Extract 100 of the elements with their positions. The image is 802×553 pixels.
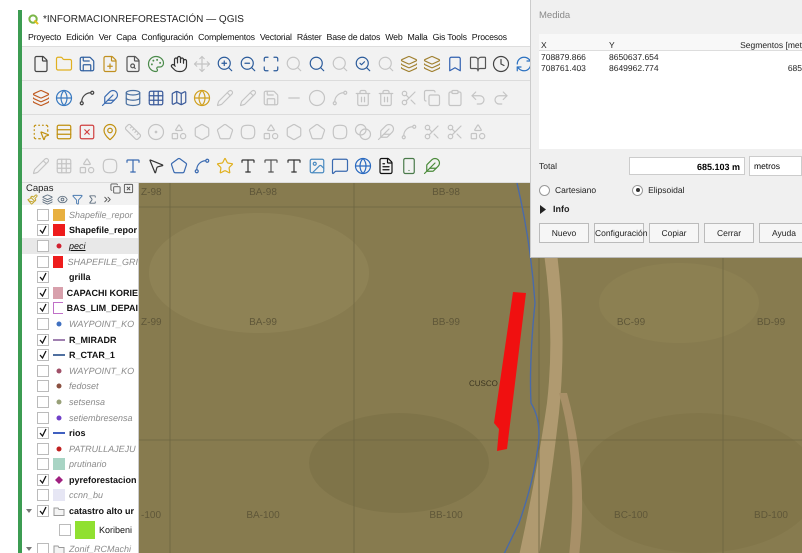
search-icon[interactable] <box>354 54 372 72</box>
hand-icon[interactable] <box>170 54 188 72</box>
layer-name[interactable]: CAPACHI KORIE <box>66 288 138 298</box>
layer-checkbox[interactable] <box>37 208 49 221</box>
label-icon[interactable] <box>124 156 142 174</box>
layer-name[interactable]: R_MIRADR <box>69 334 117 345</box>
database-icon[interactable] <box>124 88 142 106</box>
palette-icon[interactable] <box>147 54 165 72</box>
layer-name[interactable]: Shapefile_repor <box>69 225 138 236</box>
layer-row[interactable]: BAS_LIM_DEPAI <box>22 300 138 316</box>
layer-name[interactable]: Koribeni <box>99 524 132 535</box>
layer-checkbox[interactable] <box>37 505 49 518</box>
search-icon[interactable] <box>308 54 326 72</box>
book-icon[interactable] <box>469 54 487 72</box>
zoom-out-icon[interactable] <box>239 54 257 72</box>
layer-checkbox[interactable] <box>37 442 49 455</box>
dialog-button[interactable]: Nuevo <box>539 223 589 243</box>
layer-checkbox[interactable] <box>37 364 49 377</box>
file-search-icon[interactable] <box>124 54 142 72</box>
layer-row[interactable]: Shapefile_repor <box>22 222 138 238</box>
star-icon[interactable] <box>216 156 234 174</box>
dialog-button[interactable]: Cerrar <box>704 223 754 243</box>
radio-button[interactable] <box>632 184 644 196</box>
clock-icon[interactable] <box>492 54 510 72</box>
globe-icon[interactable] <box>193 88 211 106</box>
spline-icon[interactable] <box>193 156 211 174</box>
grid-icon[interactable] <box>147 88 165 106</box>
feather-icon[interactable] <box>423 156 441 174</box>
layer-name[interactable]: ccnn_bu <box>69 490 104 500</box>
menu-item[interactable]: Malla <box>408 32 428 42</box>
rows-icon[interactable] <box>55 122 73 140</box>
layer-row[interactable]: R_MIRADR <box>22 332 138 348</box>
pin-icon[interactable] <box>101 122 119 140</box>
layer-checkbox[interactable] <box>37 349 49 362</box>
menu-item[interactable]: Configuración <box>141 32 194 42</box>
menu-item[interactable]: Ráster <box>296 32 322 42</box>
layer-row[interactable]: R_CTAR_1 <box>22 347 138 363</box>
annotation-icon[interactable] <box>331 156 349 174</box>
feather-icon[interactable] <box>101 88 119 106</box>
layer-row[interactable]: rios <box>22 425 138 441</box>
layer-checkbox[interactable] <box>37 412 49 424</box>
deselect-icon[interactable] <box>78 122 96 140</box>
document-icon[interactable] <box>377 156 395 174</box>
layer-row[interactable]: setiembresensa <box>22 410 138 426</box>
layer-row[interactable]: ccnn_bu <box>22 488 138 504</box>
filter-icon[interactable] <box>72 194 83 205</box>
info-label[interactable]: Info <box>553 204 570 214</box>
spline-icon[interactable] <box>78 88 96 106</box>
menu-item[interactable]: Procesos <box>472 32 507 42</box>
layer-name[interactable]: BAS_LIM_DEPAI <box>66 303 138 314</box>
layers-icon[interactable] <box>400 54 418 72</box>
polygon-icon[interactable] <box>170 156 188 174</box>
menu-item[interactable]: Proyecto <box>28 32 62 42</box>
eye-icon[interactable] <box>57 194 68 205</box>
layer-checkbox[interactable] <box>37 256 49 268</box>
layer-row[interactable]: setsensa <box>22 394 138 410</box>
layer-checkbox[interactable] <box>37 542 49 553</box>
layer-row[interactable]: pyreforestacion <box>22 472 138 488</box>
text-icon[interactable] <box>262 156 280 174</box>
float-icon[interactable] <box>110 183 121 194</box>
file-icon[interactable] <box>32 54 50 72</box>
select-icon[interactable] <box>32 122 50 140</box>
radio-label[interactable]: Elipsoidal <box>648 185 684 195</box>
layers-icon[interactable] <box>42 194 53 205</box>
save-icon[interactable] <box>78 54 96 72</box>
radio-button[interactable] <box>539 184 550 196</box>
layers-icon[interactable] <box>423 54 441 72</box>
total-field[interactable]: 685.103 m <box>629 157 745 175</box>
zoom-in-icon[interactable] <box>216 54 234 72</box>
layer-name[interactable]: catastro alto ur <box>69 506 134 516</box>
globe-icon[interactable] <box>354 156 372 174</box>
menu-item[interactable]: Web <box>385 32 403 42</box>
text-icon[interactable] <box>285 156 303 174</box>
layer-checkbox[interactable] <box>37 302 49 314</box>
layer-name[interactable]: setsensa <box>69 396 106 407</box>
layer-row[interactable]: Koribeni <box>22 518 138 541</box>
brush-icon[interactable] <box>27 194 38 205</box>
maximize-icon[interactable] <box>262 54 280 72</box>
layer-checkbox[interactable] <box>37 224 49 236</box>
menu-item[interactable]: Complementos <box>198 32 255 42</box>
folder-icon[interactable] <box>55 54 73 72</box>
device-icon[interactable] <box>400 156 418 174</box>
menu-item[interactable]: Ver <box>98 32 112 42</box>
refresh-icon[interactable] <box>515 54 533 72</box>
caret-icon[interactable] <box>25 507 33 516</box>
layer-row[interactable]: peci <box>22 238 138 254</box>
sigma-icon[interactable] <box>87 194 98 205</box>
layer-name[interactable]: WAYPOINT_KO <box>69 318 134 329</box>
file-plus-icon[interactable] <box>101 54 119 72</box>
layer-checkbox[interactable] <box>37 489 49 502</box>
menu-item[interactable]: Gis Tools <box>432 32 467 42</box>
image-icon[interactable] <box>308 156 326 174</box>
menu-item[interactable]: Vectorial <box>260 32 292 42</box>
map-icon[interactable] <box>170 88 188 106</box>
text-icon[interactable] <box>239 156 257 174</box>
layer-checkbox[interactable] <box>37 380 49 392</box>
dialog-button[interactable]: Copiar <box>649 223 699 243</box>
layer-checkbox[interactable] <box>37 334 49 346</box>
layer-name[interactable]: WAYPOINT_KO <box>69 366 134 376</box>
layer-row[interactable]: WAYPOINT_KO <box>22 316 138 332</box>
